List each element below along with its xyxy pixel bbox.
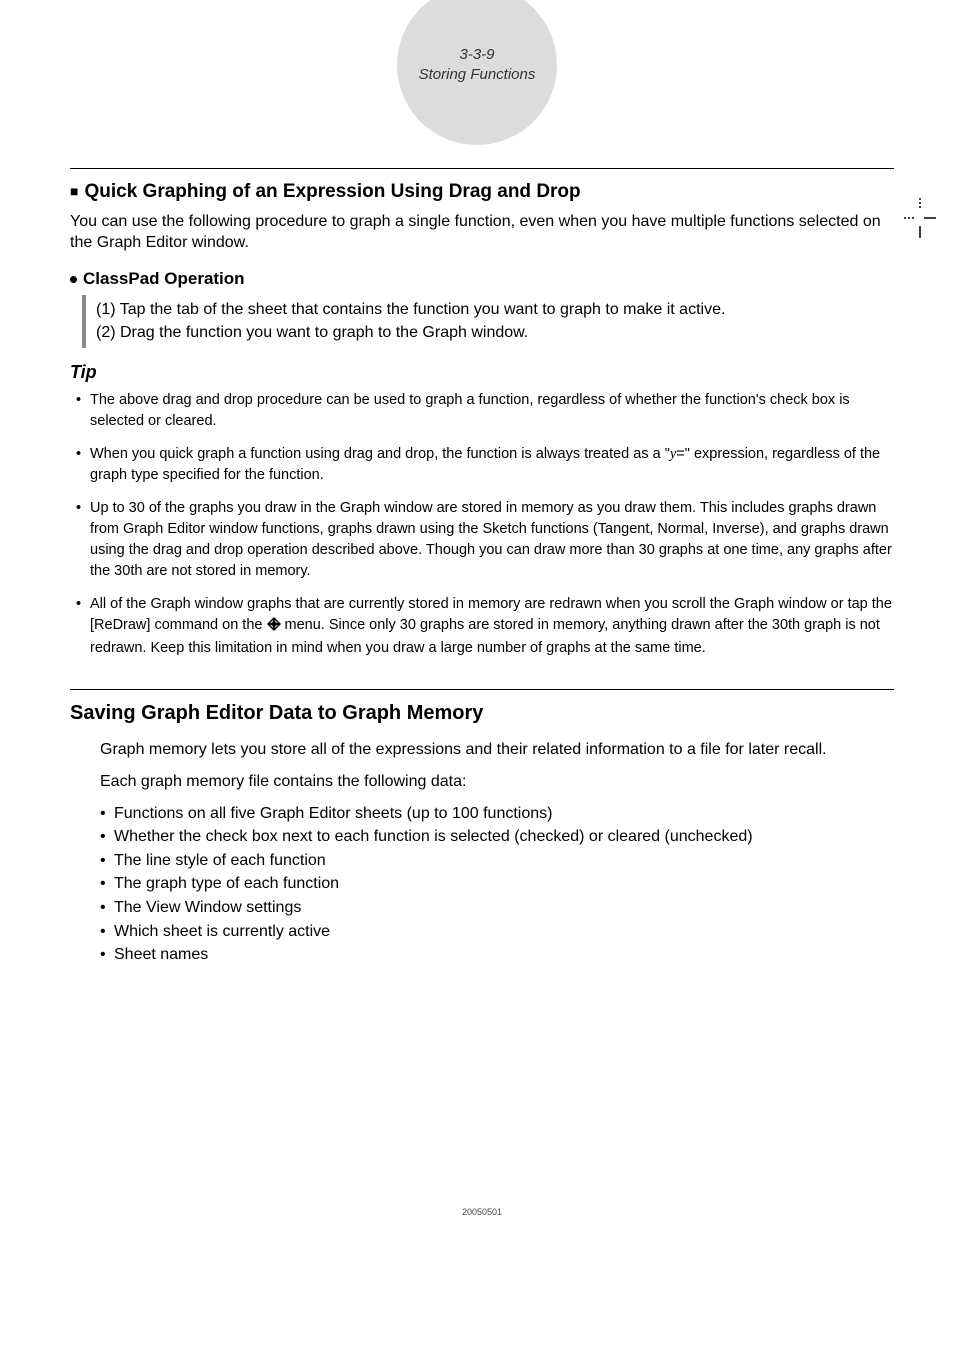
list-item: The graph type of each function	[100, 873, 894, 895]
list-item: Whether the check box next to each funct…	[100, 826, 894, 848]
data-list: Functions on all five Graph Editor sheet…	[100, 803, 894, 966]
tip-heading: Tip	[70, 360, 894, 384]
step-2: (2) Drag the function you want to graph …	[96, 322, 894, 344]
list-item: Functions on all five Graph Editor sheet…	[100, 803, 894, 825]
step-1: (1) Tap the tab of the sheet that contai…	[96, 299, 894, 321]
section-heading-text: Quick Graphing of an Expression Using Dr…	[84, 179, 580, 205]
footer-document-id: 20050501	[70, 1206, 894, 1218]
section-paragraph: Each graph memory file contains the foll…	[100, 771, 894, 793]
diamond-compass-icon	[267, 617, 281, 638]
classpad-operation-heading: ClassPad Operation	[70, 268, 894, 291]
operation-steps: (1) Tap the tab of the sheet that contai…	[82, 295, 894, 348]
tip-item: The above drag and drop procedure can be…	[76, 390, 894, 432]
tip-item: When you quick graph a function using dr…	[76, 444, 894, 486]
list-item: Which sheet is currently active	[100, 921, 894, 943]
tip-item: All of the Graph window graphs that are …	[76, 594, 894, 659]
list-item: Sheet names	[100, 944, 894, 966]
section-heading-quick-graph: ■ Quick Graphing of an Expression Using …	[70, 179, 894, 205]
list-item: The View Window settings	[100, 897, 894, 919]
list-item: The line style of each function	[100, 850, 894, 872]
section-intro: You can use the following procedure to g…	[70, 211, 894, 254]
chapter-title: Storing Functions	[419, 65, 536, 85]
square-bullet-icon: ■	[70, 182, 78, 201]
page-code: 3-3-9	[459, 45, 494, 65]
tip-item: Up to 30 of the graphs you draw in the G…	[76, 498, 894, 582]
crop-marks-icon	[904, 198, 936, 238]
section-paragraph: Graph memory lets you store all of the e…	[100, 739, 894, 761]
tip-list: The above drag and drop procedure can be…	[76, 390, 894, 659]
section-title: Saving Graph Editor Data to Graph Memory	[70, 700, 894, 727]
section-saving-graph: Saving Graph Editor Data to Graph Memory…	[70, 689, 894, 965]
